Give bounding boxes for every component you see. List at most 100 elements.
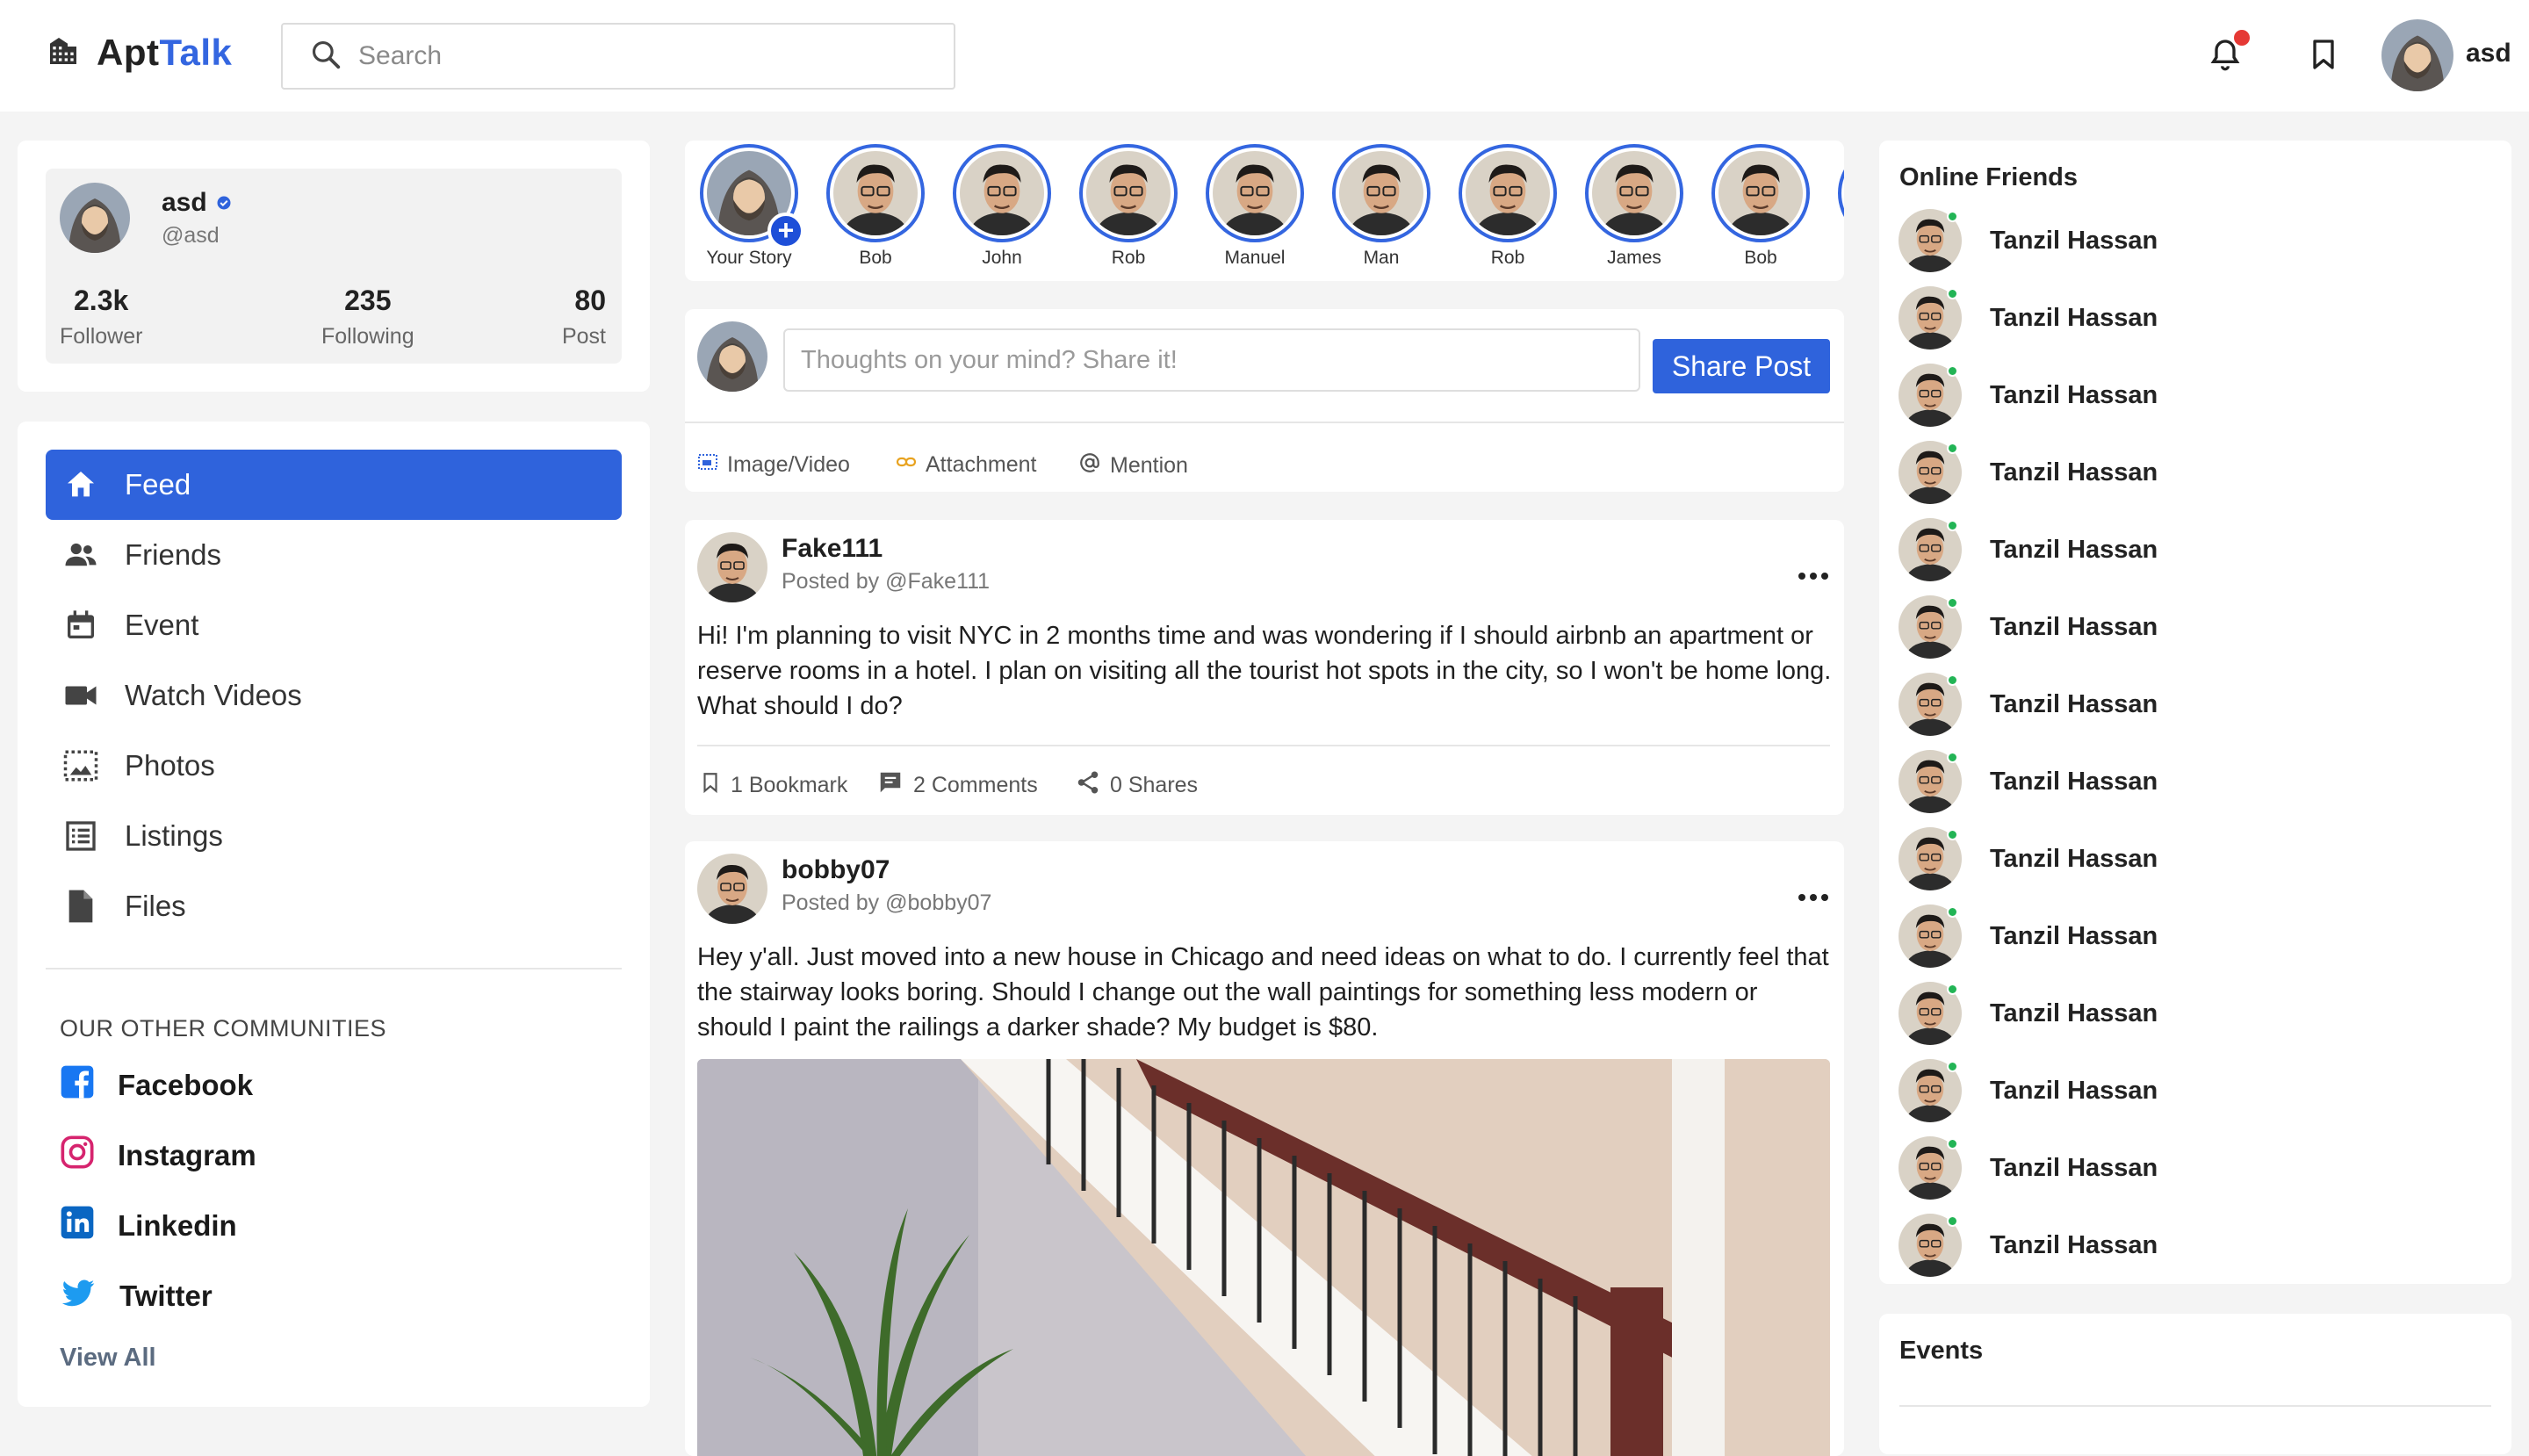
avatar[interactable] <box>60 183 130 253</box>
stat-label: Follower <box>60 324 143 349</box>
community-linkedin[interactable]: Linkedin <box>60 1205 237 1247</box>
story-name: Man <box>1363 248 1400 268</box>
online-friend-item[interactable]: Tanzil Hassan <box>1899 1214 2158 1277</box>
story-name: Bob <box>1744 248 1777 268</box>
online-status-dot <box>1947 520 1958 531</box>
divider <box>46 968 622 969</box>
brand-name-part2: Talk <box>159 32 233 73</box>
online-friend-item[interactable]: Tanzil Hassan <box>1899 441 2158 504</box>
online-friend-item[interactable]: Tanzil Hassan <box>1899 595 2158 659</box>
header-username[interactable]: asd <box>2466 39 2511 68</box>
online-status-dot <box>1947 365 1958 377</box>
bookmark-action[interactable]: 1 Bookmark <box>699 769 847 802</box>
online-friend-item[interactable]: Tanzil Hassan <box>1899 905 2158 968</box>
friend-name: Tanzil Hassan <box>1990 998 2158 1027</box>
story-item[interactable]: + Your Story <box>697 144 804 269</box>
divider <box>697 745 1830 746</box>
sidebar-item-photos[interactable]: Photos <box>46 731 622 801</box>
sidebar-item-listings[interactable]: Listings <box>46 801 622 871</box>
online-friend-item[interactable]: Tanzil Hassan <box>1899 209 2158 272</box>
search-icon <box>309 38 342 76</box>
community-facebook[interactable]: Facebook <box>60 1064 253 1106</box>
brand-name-part1: Apt <box>97 32 160 73</box>
bookmark-icon <box>2306 40 2341 77</box>
story-item[interactable]: Bob <box>824 144 927 269</box>
friend-name: Tanzil Hassan <box>1990 921 2158 950</box>
online-status-dot <box>1947 211 1958 222</box>
linkedin-icon <box>60 1205 95 1247</box>
search-input[interactable] <box>358 41 920 71</box>
friend-name: Tanzil Hassan <box>1990 380 2158 409</box>
friend-name: Tanzil Hassan <box>1990 303 2158 332</box>
sidebar-item-label: Event <box>125 609 199 641</box>
avatar[interactable] <box>697 532 767 602</box>
online-friend-item[interactable]: Tanzil Hassan <box>1899 518 2158 581</box>
story-item[interactable]: James <box>1582 144 1686 269</box>
sidebar-item-files[interactable]: Files <box>46 871 622 941</box>
online-friend-item[interactable]: Tanzil Hassan <box>1899 827 2158 890</box>
share-post-button[interactable]: Share Post <box>1653 339 1830 393</box>
view-all-link[interactable]: View All <box>60 1344 156 1373</box>
avatar <box>953 144 1051 242</box>
more-options-icon[interactable] <box>1798 894 1828 901</box>
attachment-option[interactable]: Attachment <box>896 451 1036 479</box>
online-friend-item[interactable]: Tanzil Hassan <box>1899 1059 2158 1122</box>
share-action[interactable]: 0 Shares <box>1075 769 1198 802</box>
add-story-icon[interactable]: + <box>767 213 804 249</box>
avatar <box>1332 144 1430 242</box>
brand-logo[interactable]: AptTalk <box>46 32 232 74</box>
notification-dot <box>2234 30 2250 46</box>
story-item[interactable]: John <box>950 144 1054 269</box>
sidebar-item-label: Friends <box>125 538 222 571</box>
sidebar-item-friends[interactable]: Friends <box>46 520 622 590</box>
story-item[interactable]: Bob <box>1709 144 1812 269</box>
story-name: Rob <box>1111 248 1146 268</box>
sidebar-item-watch-videos[interactable]: Watch Videos <box>46 660 622 731</box>
instagram-icon <box>60 1135 95 1177</box>
community-twitter[interactable]: Twitter <box>60 1275 213 1317</box>
more-options-icon[interactable] <box>1798 573 1828 580</box>
post-author[interactable]: Fake111 <box>782 534 883 564</box>
mention-option[interactable]: Mention <box>1078 451 1188 480</box>
stat-posts[interactable]: 80 Post <box>562 285 606 350</box>
online-friend-item[interactable]: Tanzil Hassan <box>1899 364 2158 427</box>
facebook-icon <box>60 1064 95 1106</box>
online-friend-item[interactable]: Tanzil Hassan <box>1899 982 2158 1045</box>
image-video-option[interactable]: Image/Video <box>697 451 850 479</box>
online-friend-item[interactable]: Tanzil Hassan <box>1899 673 2158 736</box>
comment-action[interactable]: 2 Comments <box>876 769 1038 802</box>
online-friend-item[interactable]: Tanzil Hassan <box>1899 1136 2158 1200</box>
avatar <box>1899 982 1962 1045</box>
stat-following[interactable]: 235 Following <box>321 285 414 350</box>
communities-title: OUR OTHER COMMUNITIES <box>60 1015 386 1042</box>
online-friend-item[interactable]: Tanzil Hassan <box>1899 750 2158 813</box>
avatar[interactable] <box>697 854 767 924</box>
stories-bar: + Your Story Bob John Rob Manuel Man Rob… <box>685 141 1844 281</box>
post-input[interactable] <box>783 328 1640 392</box>
post-card: bobby07 Posted by @bobby07 Hey y'all. Ju… <box>685 841 1844 1456</box>
stat-followers[interactable]: 2.3k Follower <box>60 285 142 350</box>
sidebar-item-label: Listings <box>125 819 223 852</box>
sidebar-item-feed[interactable]: Feed <box>46 450 622 520</box>
online-friend-item[interactable]: Tanzil Hassan <box>1899 286 2158 350</box>
notification-button[interactable] <box>2208 30 2250 78</box>
bookmark-button[interactable] <box>2306 35 2341 78</box>
avatar <box>1899 1136 1962 1200</box>
sidebar-item-label: Watch Videos <box>125 679 302 711</box>
community-instagram[interactable]: Instagram <box>60 1135 256 1177</box>
story-item[interactable]: Man <box>1329 144 1433 269</box>
post-image[interactable] <box>697 1059 1830 1456</box>
share-count: 0 Shares <box>1110 773 1199 797</box>
story-item[interactable]: Rob <box>1456 144 1560 269</box>
profile-name[interactable]: asd <box>162 188 207 218</box>
avatar <box>697 321 767 392</box>
story-item[interactable]: Rob <box>1077 144 1180 269</box>
story-item[interactable] <box>1835 144 1844 242</box>
story-item[interactable]: Manuel <box>1203 144 1307 269</box>
user-avatar[interactable] <box>2381 19 2453 91</box>
avatar <box>1899 1059 1962 1122</box>
avatar <box>1899 518 1962 581</box>
sidebar-item-event[interactable]: Event <box>46 590 622 660</box>
post-author[interactable]: bobby07 <box>782 855 890 885</box>
comment-icon <box>876 769 904 802</box>
